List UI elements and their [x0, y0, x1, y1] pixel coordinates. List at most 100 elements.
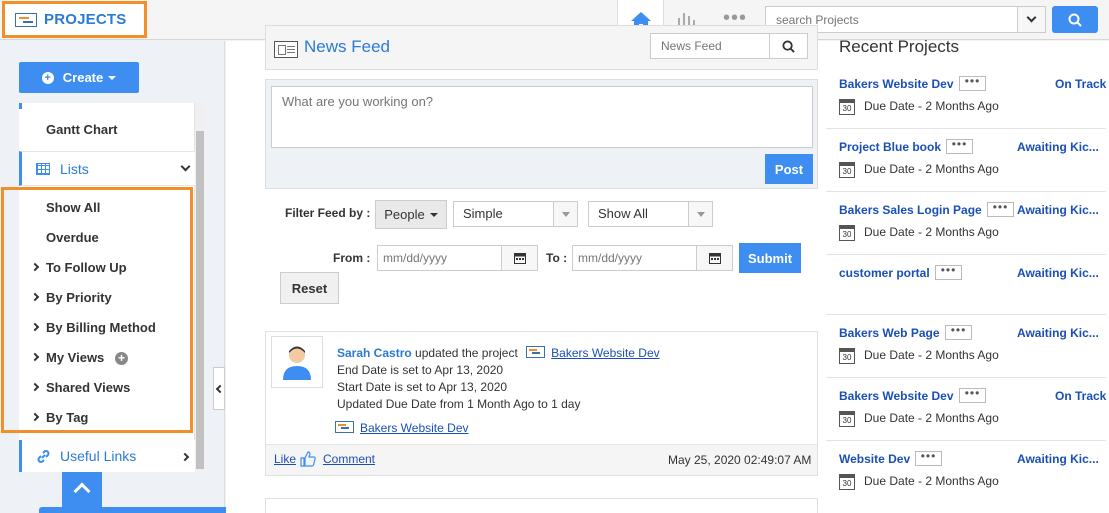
divider [826, 254, 1106, 255]
like-link[interactable]: Like [274, 452, 296, 466]
create-button[interactable]: + Create [19, 62, 139, 93]
calendar-icon: 30 [839, 99, 855, 115]
project-menu-button[interactable]: ••• [959, 75, 986, 91]
project-menu-button[interactable]: ••• [915, 450, 942, 466]
post-project-ref-link[interactable]: Bakers Website Dev [360, 421, 469, 435]
project-status: On Track [1055, 389, 1107, 403]
avatar[interactable] [271, 336, 323, 388]
recent-projects-title: Recent Projects [839, 37, 959, 56]
divider [826, 377, 1106, 378]
sidebar-item-useful-links[interactable]: Useful Links [19, 440, 195, 472]
project-icon [526, 346, 546, 358]
calendar-icon: 30 [839, 162, 855, 178]
post-button[interactable]: Post [765, 154, 813, 184]
post-project-ref: Bakers Website Dev [335, 421, 469, 435]
list-item-to-follow-up[interactable]: To Follow Up [46, 260, 127, 275]
list-item-by-tag[interactable]: By Tag [46, 410, 88, 425]
status-composer [271, 86, 813, 148]
useful-links-label: Useful Links [60, 448, 137, 464]
list-item-overdue[interactable]: Overdue [46, 230, 99, 245]
calendar-icon: 30 [839, 474, 855, 490]
post-project-link[interactable]: Bakers Website Dev [551, 346, 660, 360]
project-menu-button[interactable]: ••• [946, 138, 973, 154]
divider [826, 191, 1106, 192]
people-label: People [384, 207, 425, 222]
project-status: Awaiting Kic... [1017, 140, 1099, 154]
plus-icon: + [41, 71, 54, 84]
reset-button[interactable]: Reset [280, 272, 339, 304]
post-user-name[interactable]: Sarah Castro [337, 346, 412, 360]
sidebar-scrollbar[interactable] [194, 103, 205, 471]
brand-title: PROJECTS [44, 11, 127, 28]
sidebar-scroll-thumb[interactable] [196, 131, 204, 469]
sidebar-active-edge [19, 103, 22, 109]
table-icon [36, 163, 50, 175]
divider [826, 128, 1106, 129]
project-due-date: Due Date - 2 Months Ago [864, 99, 999, 113]
from-calendar-button[interactable] [501, 246, 537, 270]
project-due-date: Due Date - 2 Months Ago [864, 348, 999, 362]
project-menu-button[interactable]: ••• [987, 201, 1014, 217]
thumbs-up-icon[interactable] [300, 451, 316, 467]
to-calendar-button[interactable] [696, 246, 732, 270]
feed-show-select[interactable]: Show All [588, 201, 713, 227]
search-scope-dropdown[interactable] [1017, 7, 1045, 32]
caret-down-icon [429, 212, 438, 217]
collapse-sidebar-button[interactable] [213, 367, 225, 410]
news-feed-icon [274, 41, 298, 58]
project-menu-button[interactable]: ••• [959, 387, 986, 403]
recent-project-name[interactable]: Bakers Website Dev [839, 389, 954, 403]
list-item-by-billing-method[interactable]: By Billing Method [46, 320, 156, 335]
global-search-button[interactable] [1052, 6, 1098, 33]
news-feed-search-input[interactable] [651, 34, 771, 58]
post-timestamp: May 25, 2020 02:49:07 AM [668, 453, 812, 467]
project-status: Awaiting Kic... [1017, 266, 1099, 280]
to-date-field [572, 245, 733, 271]
calendar-icon [513, 253, 526, 264]
list-item-my-views[interactable]: My Views [46, 350, 104, 365]
people-filter-button[interactable]: People [375, 200, 447, 229]
recent-project-name[interactable]: Bakers Website Dev [839, 77, 954, 91]
to-label: To : [546, 251, 568, 265]
add-view-icon[interactable]: + [115, 352, 128, 365]
status-input[interactable] [272, 87, 812, 147]
list-item-show-all[interactable]: Show All [46, 200, 100, 215]
feed-type-select[interactable]: Simple [453, 201, 578, 227]
recent-project-name[interactable]: Website Dev [839, 452, 910, 466]
news-feed-search-button[interactable] [769, 34, 807, 58]
project-menu-button[interactable]: ••• [935, 264, 962, 280]
project-status: Awaiting Kic... [1017, 452, 1099, 466]
projects-logo-icon [15, 12, 37, 27]
dropdown-arrow-icon [688, 202, 712, 226]
recent-project-name[interactable]: Project Blue book [839, 140, 941, 154]
lists-label: Lists [60, 161, 89, 177]
app-brand[interactable]: PROJECTS [2, 1, 147, 38]
recent-project-name[interactable]: Bakers Web Page [839, 326, 940, 340]
chevron-left-icon [215, 384, 225, 393]
chevron-down-icon [1026, 12, 1037, 23]
post-line-start-date: Start Date is set to Apr 13, 2020 [337, 380, 508, 394]
caret-down-icon [108, 75, 117, 80]
chevron-right-icon [180, 452, 190, 462]
from-date-field [377, 245, 538, 271]
dropdown-arrow-icon [553, 202, 577, 226]
comment-link[interactable]: Comment [323, 452, 375, 466]
sidebar-item-lists[interactable]: Lists [19, 151, 195, 186]
to-date-input[interactable] [573, 246, 693, 270]
recent-project-name[interactable]: Bakers Sales Login Page [839, 203, 982, 217]
project-status: Awaiting Kic... [1017, 326, 1099, 340]
recent-project-name[interactable]: customer portal [839, 266, 930, 280]
from-date-input[interactable] [378, 246, 498, 270]
feed-show-value: Show All [598, 206, 648, 221]
post-line-end-date: End Date is set to Apr 13, 2020 [337, 363, 504, 377]
list-item-by-priority[interactable]: By Priority [46, 290, 112, 305]
sidebar-item-gantt-chart[interactable]: Gantt Chart [46, 122, 118, 137]
list-item-shared-views[interactable]: Shared Views [46, 380, 130, 395]
submit-button[interactable]: Submit [739, 243, 801, 273]
filter-feed-label: Filter Feed by : [285, 206, 371, 220]
project-menu-button[interactable]: ••• [945, 324, 972, 340]
project-status: Awaiting Kic... [1017, 203, 1099, 217]
divider [826, 314, 1106, 315]
chevron-down-icon [180, 161, 191, 172]
project-due-date: Due Date - 2 Months Ago [864, 225, 999, 239]
